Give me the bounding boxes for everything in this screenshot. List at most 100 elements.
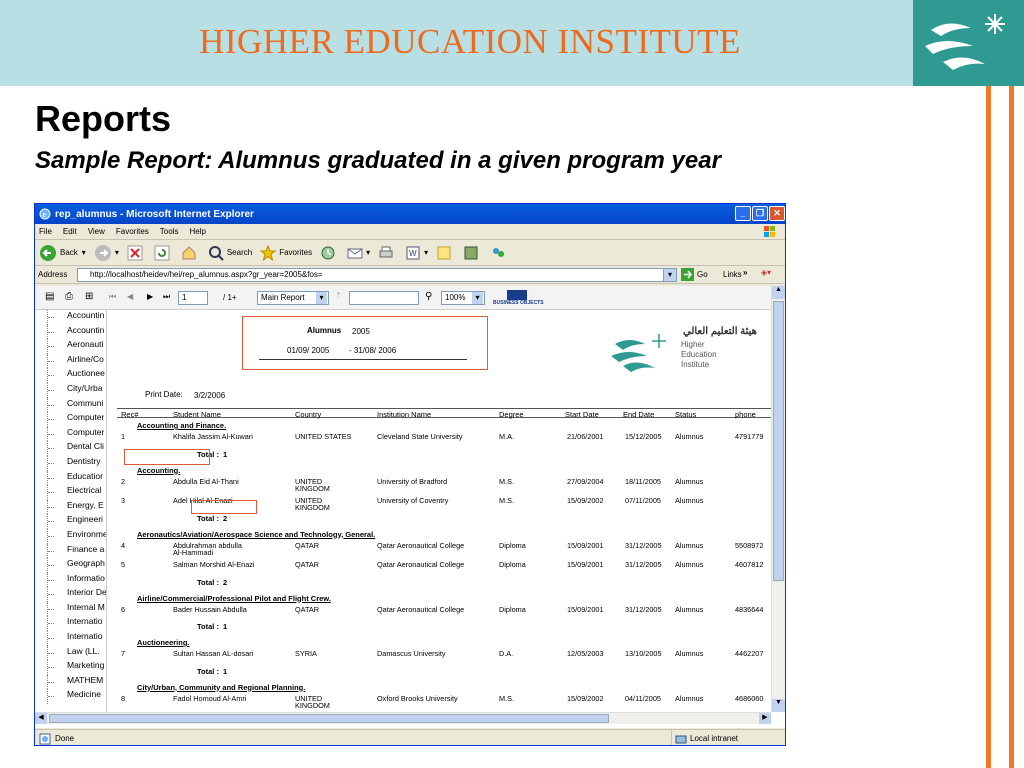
column-header[interactable]: Status	[675, 410, 696, 419]
tree-item[interactable]: Finance a	[47, 543, 106, 559]
cell-phone: 4791779	[735, 432, 764, 441]
minimize-button[interactable]: _	[735, 206, 751, 221]
tree-item[interactable]: MATHEM	[47, 674, 106, 690]
first-page-icon[interactable]: ⏮	[109, 292, 116, 302]
group-total-value: 1	[223, 449, 228, 459]
search-text-input[interactable]	[349, 291, 419, 305]
research-button[interactable]	[463, 245, 482, 261]
group-header[interactable]: Accounting and Finance.	[137, 421, 226, 430]
group-header[interactable]: Auctioneering.	[137, 638, 190, 647]
tree-item[interactable]: Aeronauti	[47, 339, 106, 354]
group-header[interactable]: Airline/Commercial/Professional Pilot an…	[137, 594, 331, 603]
tree-item[interactable]: Electrical	[47, 485, 106, 500]
back-button[interactable]: Back ▾	[39, 244, 86, 262]
group-header[interactable]: Accounting.	[137, 466, 180, 475]
next-page-icon[interactable]: ▶	[147, 292, 153, 301]
last-page-icon[interactable]: ⏭	[163, 292, 170, 302]
discuss-button[interactable]	[436, 245, 455, 261]
tree-item[interactable]: City/Urba	[47, 382, 106, 398]
tree-item[interactable]: Accountin	[47, 310, 106, 325]
snagit-icon[interactable]: ◈▾	[761, 268, 771, 277]
binoculars-icon[interactable]: ⚲	[425, 291, 432, 302]
refresh-button[interactable]	[154, 245, 173, 261]
column-header[interactable]: Student Name	[173, 410, 221, 419]
column-header[interactable]: Institution Name	[377, 410, 431, 419]
tree-item[interactable]: Informatio	[47, 572, 106, 588]
home-button[interactable]	[181, 245, 200, 261]
favorites-button[interactable]: Favorites	[260, 244, 312, 261]
column-header[interactable]: Start Date	[565, 410, 599, 419]
horizontal-scrollbar[interactable]: ◀ ▶	[35, 712, 771, 724]
menu-file[interactable]: File	[39, 227, 52, 236]
history-button[interactable]	[320, 245, 339, 261]
column-header[interactable]: Country	[295, 410, 321, 419]
tree-item[interactable]: Internatio	[47, 631, 106, 646]
tree-item[interactable]: Internal M	[47, 601, 106, 617]
maximize-button[interactable]: ❐	[752, 206, 768, 221]
mail-button[interactable]: ▾	[347, 245, 370, 261]
stop-button[interactable]	[127, 245, 146, 261]
close-button[interactable]: ✕	[769, 206, 785, 221]
menu-tools[interactable]: Tools	[160, 227, 179, 236]
tree-item[interactable]: Dentistry	[47, 455, 106, 471]
scroll-thumb[interactable]	[773, 301, 784, 581]
address-dropdown[interactable]: ▾	[663, 268, 677, 282]
column-header[interactable]: Rec#	[121, 410, 139, 419]
scroll-left-arrow[interactable]: ◀	[35, 713, 47, 724]
links-chevron-icon[interactable]: »	[743, 268, 747, 277]
cell-name: Fadol Homoud Al-Amri	[173, 693, 247, 703]
scroll-right-arrow[interactable]: ▶	[759, 713, 771, 724]
scroll-up-arrow[interactable]: ▲	[772, 286, 785, 299]
date-from: 01/09/ 2005	[287, 346, 330, 355]
tree-toggle-icon[interactable]: ⊞	[85, 291, 93, 302]
tree-item[interactable]: Engineeri	[47, 514, 106, 529]
column-header[interactable]: End Date	[623, 410, 654, 419]
tree-item[interactable]: Geograph	[47, 558, 106, 573]
windows-flag-icon	[764, 226, 775, 237]
window-titlebar[interactable]: e rep_alumnus - Microsoft Internet Explo…	[35, 204, 785, 224]
messenger-button[interactable]	[490, 245, 509, 261]
group-header[interactable]: Aeronautics/Aviation/Aerospace Science a…	[137, 530, 375, 539]
column-header[interactable]: phone	[735, 410, 756, 419]
prev-page-icon[interactable]: ◀	[127, 292, 133, 301]
print-button[interactable]	[378, 245, 397, 261]
tree-item[interactable]: Internatio	[47, 616, 106, 632]
report-select[interactable]: Main Report ▾	[257, 291, 329, 305]
hscroll-thumb[interactable]	[49, 714, 609, 723]
tree-item[interactable]: Airline/Co	[47, 353, 106, 369]
tree-item[interactable]: Marketing	[47, 660, 106, 675]
zoom-select[interactable]: 100% ▾	[441, 291, 485, 305]
group-header[interactable]: City/Urban, Community and Regional Plann…	[137, 683, 305, 692]
menu-edit[interactable]: Edit	[63, 227, 77, 236]
tree-item[interactable]: Environme	[47, 528, 106, 544]
tree-item[interactable]: Medicine	[47, 689, 106, 705]
tree-item[interactable]: Law (LL.	[47, 645, 106, 661]
tree-item[interactable]: Computer	[47, 412, 106, 427]
vertical-scrollbar[interactable]: ▲ ▼	[771, 286, 785, 712]
column-header[interactable]: Degree	[499, 410, 524, 419]
tree-item[interactable]: Auctionee	[47, 368, 106, 383]
tree-item[interactable]: Accountin	[47, 324, 106, 340]
tree-item[interactable]: Communi	[47, 397, 106, 413]
tree-item[interactable]: Dental Cli	[47, 441, 106, 456]
search-button[interactable]: Search	[208, 245, 252, 261]
edit-button[interactable]: W ▾	[405, 245, 428, 261]
menu-view[interactable]: View	[88, 227, 105, 236]
export-icon[interactable]: ▤	[45, 291, 54, 302]
tree-item[interactable]: Energy, E	[47, 499, 106, 515]
cell-phone: 4607812	[735, 560, 764, 569]
menu-help[interactable]: Help	[189, 227, 205, 236]
drill-up-icon[interactable]: ⇡	[335, 291, 342, 300]
go-button[interactable]: Go	[681, 268, 708, 281]
url-field[interactable]: http://localhost/heidev/hei/rep_alumnus.…	[77, 268, 677, 282]
print-report-icon[interactable]: ⎙	[65, 291, 73, 302]
scroll-down-arrow[interactable]: ▼	[772, 699, 785, 712]
tree-item[interactable]: Interior De	[47, 587, 106, 602]
forward-button[interactable]: ▾	[94, 244, 119, 262]
menu-favorites[interactable]: Favorites	[116, 227, 149, 236]
tree-item[interactable]: Educatior	[47, 470, 106, 486]
logo-line-3: Institute	[681, 360, 710, 369]
links-button[interactable]: Links	[723, 270, 742, 279]
page-number-input[interactable]: 1	[178, 291, 208, 305]
tree-item[interactable]: Computer	[47, 426, 106, 442]
